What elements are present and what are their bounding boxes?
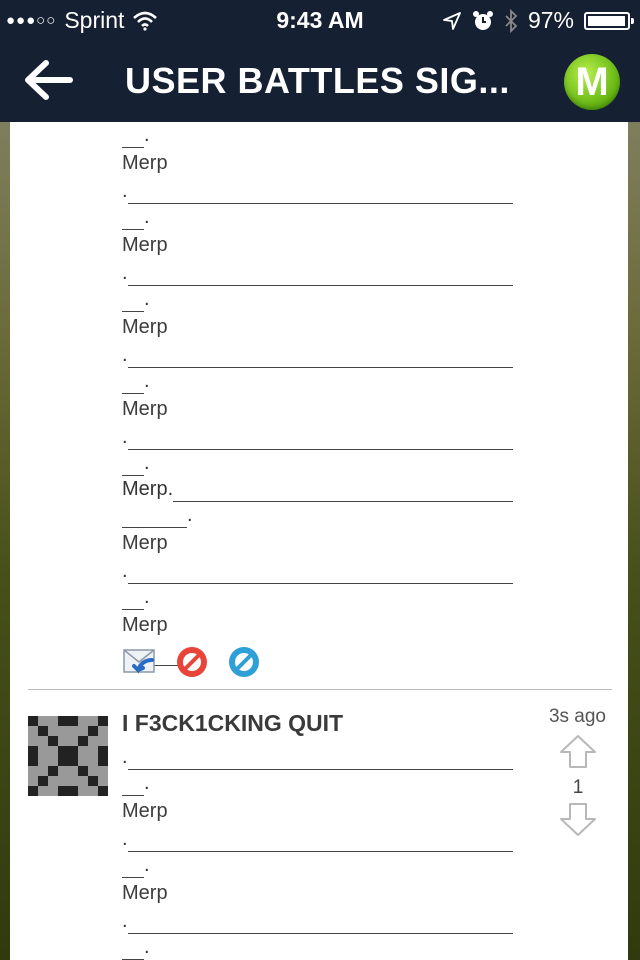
vote-count: 1 <box>572 777 584 798</box>
merp-line: Merp <box>122 316 168 338</box>
period-text: . <box>122 910 128 932</box>
downvote-arrow-icon[interactable] <box>558 801 598 837</box>
period-text: . <box>144 206 150 228</box>
text-line: . <box>122 342 522 368</box>
block-red-icon[interactable] <box>174 644 210 680</box>
period-text: . <box>144 288 150 310</box>
text-line: . <box>122 852 522 878</box>
post-actions <box>122 644 262 680</box>
text-line: . <box>122 204 522 230</box>
merp-line: Merp <box>122 882 168 904</box>
avatar[interactable] <box>28 716 108 796</box>
period-text: . <box>122 180 128 202</box>
text-line: . <box>122 826 522 852</box>
merp-line: Merp <box>122 614 168 636</box>
back-arrow-icon[interactable] <box>22 58 74 102</box>
period-text: . <box>122 828 128 850</box>
post-title: I F3CK1CKING QUIT <box>122 710 344 736</box>
text-line: . <box>122 744 522 770</box>
text-line: . <box>122 502 522 528</box>
period-text: . <box>144 586 150 608</box>
post-body: . Merp . . Merp . . Merp . . Merp . . Me… <box>122 122 522 666</box>
period-text: . <box>122 262 128 284</box>
text-line: . <box>122 934 522 960</box>
merp-period-text: Merp. <box>122 478 174 500</box>
merp-line: Merp <box>122 800 168 822</box>
text-line: . <box>122 424 522 450</box>
app-logo[interactable]: M <box>564 54 620 110</box>
alarm-icon <box>472 10 493 30</box>
battery-percent: 97% <box>527 7 574 33</box>
period-text: . <box>144 452 150 474</box>
period-text: . <box>187 504 193 526</box>
period-text: . <box>144 124 150 146</box>
text-line: . <box>122 122 522 148</box>
text-line: . <box>122 584 522 610</box>
post-divider <box>28 689 612 690</box>
status-bar: ●●●○○ Sprint 9:43 AM 97% <box>0 0 640 40</box>
vote-controls: 1 <box>558 734 598 842</box>
text-line: . <box>122 770 522 796</box>
nav-bar: USER BATTLES SIG... M <box>0 40 640 122</box>
period-text: . <box>122 746 128 768</box>
period-text: . <box>144 854 150 876</box>
merp-period-line: Merp. <box>122 476 522 502</box>
text-line: . <box>122 260 522 286</box>
battery-icon <box>584 11 634 30</box>
upvote-arrow-icon[interactable] <box>558 734 598 770</box>
text-line: . <box>122 450 522 476</box>
period-text: . <box>144 772 150 794</box>
location-arrow-icon <box>443 11 461 30</box>
post-timestamp: 3s ago <box>548 706 606 727</box>
period-text: . <box>122 426 128 448</box>
content-panel: . Merp . . Merp . . Merp . . Merp . . Me… <box>10 122 628 960</box>
text-line: . <box>122 558 522 584</box>
period-text: . <box>144 370 150 392</box>
period-text: . <box>144 936 150 958</box>
text-line: . <box>122 286 522 312</box>
text-line: . <box>122 178 522 204</box>
merp-line: Merp <box>122 532 168 554</box>
reply-mail-icon[interactable] <box>122 644 158 680</box>
text-line: . <box>122 908 522 934</box>
block-blue-icon[interactable] <box>226 644 262 680</box>
page-title: USER BATTLES SIG... <box>125 60 510 101</box>
post-body: . . Merp . . Merp . . Merp <box>122 744 522 960</box>
text-line: . <box>122 368 522 394</box>
merp-line: Merp <box>122 398 168 420</box>
period-text: . <box>122 560 128 582</box>
period-text: . <box>122 344 128 366</box>
merp-line: Merp <box>122 152 168 174</box>
merp-line: Merp <box>122 234 168 256</box>
bluetooth-icon <box>505 8 518 33</box>
